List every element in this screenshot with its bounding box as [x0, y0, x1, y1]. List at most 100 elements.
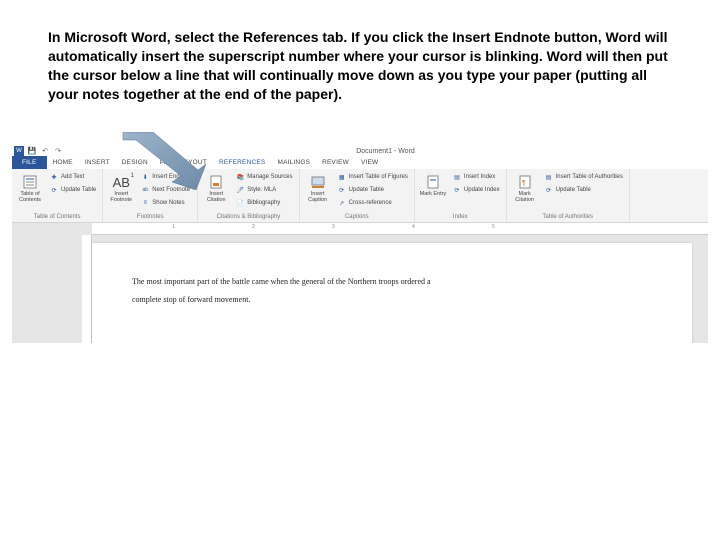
ribbon: Table of Contents ✚Add Text ⟳Update Tabl… — [12, 169, 708, 223]
tab-review[interactable]: REVIEW — [316, 156, 355, 169]
tab-file[interactable]: FILE — [12, 156, 47, 169]
document-text-line: complete stop of forward movement. — [132, 291, 652, 309]
next-footnote-label: Next Footnote — [152, 187, 190, 193]
caption-label: Insert Caption — [304, 192, 332, 203]
tab-design[interactable]: DESIGN — [116, 156, 154, 169]
tab-references[interactable]: REFERENCES — [213, 156, 271, 169]
insert-citation-button[interactable]: Insert Citation — [202, 171, 230, 213]
bibliography-label: Bibliography — [247, 200, 280, 206]
word-app-icon: W — [14, 146, 24, 156]
insert-endnote-button[interactable]: ⬇Insert Endnote — [138, 171, 193, 183]
citation-label: Insert Citation — [202, 192, 230, 203]
mark-entry-icon — [424, 173, 442, 191]
mark-entry-button[interactable]: Mark Entry — [419, 171, 447, 213]
redo-icon[interactable]: ↷ — [53, 146, 63, 156]
update-toc-label: Update Table — [61, 187, 96, 193]
insert-tof-button[interactable]: ▦Insert Table of Figures — [335, 171, 410, 183]
endnote-icon: ⬇ — [140, 172, 150, 182]
tab-pagelayout[interactable]: PAGE LAYOUT — [154, 156, 213, 169]
mark-citation-button[interactable]: ¶ Mark Citation — [511, 171, 539, 213]
mark-entry-label: Mark Entry — [420, 192, 447, 198]
insert-index-icon: ▤ — [452, 172, 462, 182]
crossref-icon: ↗ — [337, 198, 347, 208]
update-index-button[interactable]: ⟳Update Index — [450, 184, 502, 196]
group-citations-label: Citations & Bibliography — [202, 213, 294, 222]
crossref-label: Cross-reference — [349, 200, 392, 206]
update-toa-label: Update Table — [556, 187, 591, 193]
document-title: Document1 - Word — [63, 148, 708, 155]
mark-citation-icon: ¶ — [516, 173, 534, 191]
show-notes-label: Show Notes — [152, 200, 184, 206]
next-footnote-icon: ab — [140, 185, 150, 195]
style-label: Style: MLA — [247, 187, 276, 193]
table-of-contents-button[interactable]: Table of Contents — [16, 171, 44, 213]
tab-mailings[interactable]: MAILINGS — [271, 156, 316, 169]
add-text-button[interactable]: ✚Add Text — [47, 171, 98, 183]
ruler-tick: 1 — [172, 224, 175, 230]
insert-footnote-button[interactable]: AB1 Insert Footnote — [107, 171, 135, 213]
update-index-icon: ⟳ — [452, 185, 462, 195]
horizontal-ruler[interactable]: 1 2 3 4 5 — [92, 223, 708, 235]
citation-icon — [207, 173, 225, 191]
endnote-label: Insert Endnote — [152, 174, 191, 180]
toc-icon — [21, 173, 39, 191]
tab-view[interactable]: VIEW — [355, 156, 384, 169]
ruler-tick: 4 — [412, 224, 415, 230]
update-toa-icon: ⟳ — [544, 185, 554, 195]
ruler-tick: 3 — [332, 224, 335, 230]
ruler-tick: 2 — [252, 224, 255, 230]
next-footnote-button[interactable]: abNext Footnote — [138, 184, 193, 196]
group-captions: Insert Caption ▦Insert Table of Figures … — [300, 169, 415, 222]
group-authorities-label: Table of Authorities — [511, 213, 625, 222]
citation-style-button[interactable]: 🖊Style: MLA — [233, 184, 294, 196]
group-footnotes-label: Footnotes — [107, 213, 193, 222]
caption-icon — [309, 173, 327, 191]
group-index: Mark Entry ▤Insert Index ⟳Update Index I… — [415, 169, 507, 222]
instruction-text: In Microsoft Word, select the References… — [0, 0, 720, 114]
show-notes-button[interactable]: ≡Show Notes — [138, 197, 193, 209]
ribbon-tabs: FILE HOME INSERT DESIGN PAGE LAYOUT REFE… — [12, 156, 708, 169]
toa-icon: ▤ — [544, 172, 554, 182]
quick-access-toolbar: W 💾 ↶ ↷ — [14, 146, 63, 156]
update-index-label: Update Index — [464, 187, 500, 193]
update-captions-icon: ⟳ — [337, 185, 347, 195]
update-icon: ⟳ — [49, 185, 59, 195]
update-toc-button[interactable]: ⟳Update Table — [47, 184, 98, 196]
style-icon: 🖊 — [235, 185, 245, 195]
document-page[interactable]: The most important part of the battle ca… — [92, 243, 692, 343]
cross-reference-button[interactable]: ↗Cross-reference — [335, 197, 410, 209]
undo-icon[interactable]: ↶ — [40, 146, 50, 156]
insert-toa-button[interactable]: ▤Insert Table of Authorities — [542, 171, 625, 183]
group-footnotes: AB1 Insert Footnote ⬇Insert Endnote abNe… — [103, 169, 198, 222]
vertical-ruler[interactable] — [82, 235, 92, 343]
insert-caption-button[interactable]: Insert Caption — [304, 171, 332, 213]
update-toa-button[interactable]: ⟳Update Table — [542, 184, 625, 196]
word-window: W 💾 ↶ ↷ Document1 - Word FILE HOME INSER… — [12, 146, 708, 346]
bibliography-button[interactable]: 📄Bibliography — [233, 197, 294, 209]
footnote-label: Insert Footnote — [107, 192, 135, 203]
tab-insert[interactable]: INSERT — [79, 156, 116, 169]
add-text-label: Add Text — [61, 174, 84, 180]
group-authorities: ¶ Mark Citation ▤Insert Table of Authori… — [507, 169, 630, 222]
tof-label: Insert Table of Figures — [349, 174, 408, 180]
insert-index-label: Insert Index — [464, 174, 495, 180]
document-area: 1 2 3 4 5 The most important part of the… — [12, 223, 708, 343]
toc-label: Table of Contents — [16, 192, 44, 203]
mark-citation-label: Mark Citation — [511, 192, 539, 203]
manage-sources-label: Manage Sources — [247, 174, 292, 180]
group-toc-label: Table of Contents — [16, 213, 98, 222]
manage-sources-button[interactable]: 📚Manage Sources — [233, 171, 294, 183]
show-notes-icon: ≡ — [140, 198, 150, 208]
ruler-tick: 5 — [492, 224, 495, 230]
add-text-icon: ✚ — [49, 172, 59, 182]
manage-sources-icon: 📚 — [235, 172, 245, 182]
tab-home[interactable]: HOME — [47, 156, 79, 169]
footnote-icon: AB1 — [112, 173, 130, 191]
titlebar: W 💾 ↶ ↷ Document1 - Word — [12, 146, 708, 156]
bibliography-icon: 📄 — [235, 198, 245, 208]
svg-text:¶: ¶ — [522, 180, 526, 187]
toa-label: Insert Table of Authorities — [556, 174, 623, 180]
insert-index-button[interactable]: ▤Insert Index — [450, 171, 502, 183]
save-icon[interactable]: 💾 — [27, 146, 37, 156]
update-captions-button[interactable]: ⟳Update Table — [335, 184, 410, 196]
